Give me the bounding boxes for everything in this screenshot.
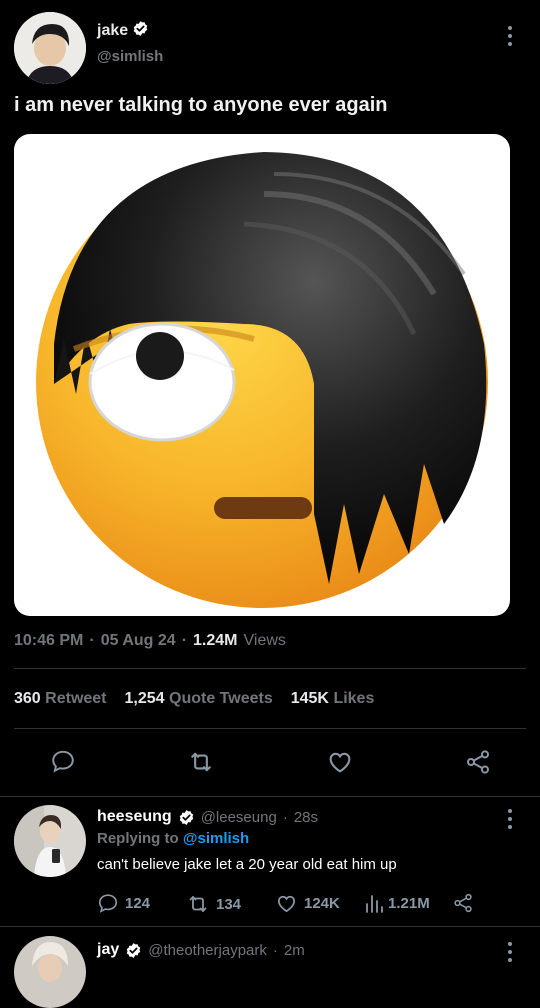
divider: [14, 668, 526, 669]
tweet-date: 05 Aug 24: [100, 632, 176, 649]
divider: [0, 926, 540, 927]
engagement-counts: 360 Retweet 1,254 Quote Tweets 145K Like…: [14, 690, 374, 708]
share-icon[interactable]: [464, 748, 492, 776]
reply-reply-count: 124: [125, 894, 151, 912]
next-reply-avatar[interactable]: [14, 936, 86, 1008]
tweet-time: 10:46 PM: [14, 632, 84, 649]
retweet-icon: [189, 896, 207, 912]
reply-view-count: 1.21M: [388, 894, 430, 912]
author-avatar[interactable]: [14, 12, 86, 84]
likes-count[interactable]: 145K: [291, 690, 329, 707]
share-icon: [454, 893, 472, 913]
reply-author-name[interactable]: heeseung: [97, 808, 172, 826]
reply-icon[interactable]: [50, 748, 76, 774]
meta-separator: ·: [89, 632, 95, 649]
reply-reply-action[interactable]: 124: [97, 892, 150, 914]
reply-time[interactable]: 28s: [294, 809, 318, 826]
verified-badge-icon: [125, 942, 142, 959]
verified-badge-icon: [178, 809, 195, 826]
replying-to-prefix: Replying to: [97, 830, 179, 847]
meta-separator: ·: [181, 632, 188, 649]
retweet-icon[interactable]: [187, 748, 215, 776]
verified-badge-icon: [132, 20, 149, 42]
tweet-media-image[interactable]: [14, 134, 510, 616]
tweet-text: i am never talking to anyone ever again: [14, 94, 388, 116]
reply-like-count: 124K: [304, 895, 340, 912]
likes-stat[interactable]: 145K Likes: [291, 690, 375, 708]
more-options-icon[interactable]: [508, 809, 512, 829]
reply-author-handle[interactable]: @leeseung: [201, 809, 277, 826]
like-icon[interactable]: [326, 748, 354, 776]
reply-text: can't believe jake let a 20 year old eat…: [97, 856, 397, 873]
views-label[interactable]: Views: [244, 632, 286, 650]
next-reply-time[interactable]: 2m: [284, 942, 305, 959]
retweets-stat[interactable]: 360 Retweet: [14, 690, 107, 708]
next-reply-header: jay @theotherjaypark · 2m: [97, 941, 305, 959]
reply-views-action[interactable]: 1.21M: [364, 892, 430, 914]
like-icon: [277, 895, 296, 913]
author-name[interactable]: jake: [97, 22, 128, 40]
reply-header: heeseung @leeseung · 28s: [97, 808, 318, 826]
replying-to-link[interactable]: @simlish: [183, 830, 249, 847]
divider: [0, 796, 540, 797]
reply-share-action[interactable]: [452, 892, 474, 914]
views-icon: [366, 895, 383, 913]
tweet-meta: 10:46 PM · 05 Aug 24 · 1.24M Views: [14, 632, 286, 650]
quotes-label[interactable]: Quote Tweets: [169, 690, 273, 707]
author-handle[interactable]: @simlish: [97, 48, 163, 65]
views-count[interactable]: 1.24M: [193, 632, 237, 650]
replying-to-line: Replying to @simlish: [97, 830, 249, 847]
more-options-icon[interactable]: [508, 26, 512, 46]
likes-label[interactable]: Likes: [333, 690, 374, 707]
reply-retweet-count: 134: [216, 895, 242, 913]
next-reply-author-name[interactable]: jay: [97, 941, 119, 959]
more-options-icon[interactable]: [508, 942, 512, 962]
reply-avatar[interactable]: [14, 805, 86, 877]
divider: [14, 728, 526, 729]
retweets-label[interactable]: Retweet: [45, 690, 106, 707]
reply-retweet-action[interactable]: 134: [186, 892, 241, 916]
meta-separator: ·: [272, 941, 278, 959]
retweets-count[interactable]: 360: [14, 690, 41, 707]
reply-like-action[interactable]: 124K: [275, 892, 340, 915]
quotes-count[interactable]: 1,254: [125, 690, 165, 707]
reply-icon: [98, 894, 118, 913]
author-name-row[interactable]: jake: [97, 20, 149, 42]
quotes-stat[interactable]: 1,254 Quote Tweets: [125, 690, 273, 708]
meta-separator: ·: [282, 808, 288, 826]
next-reply-author-handle[interactable]: @theotherjaypark: [148, 942, 267, 959]
